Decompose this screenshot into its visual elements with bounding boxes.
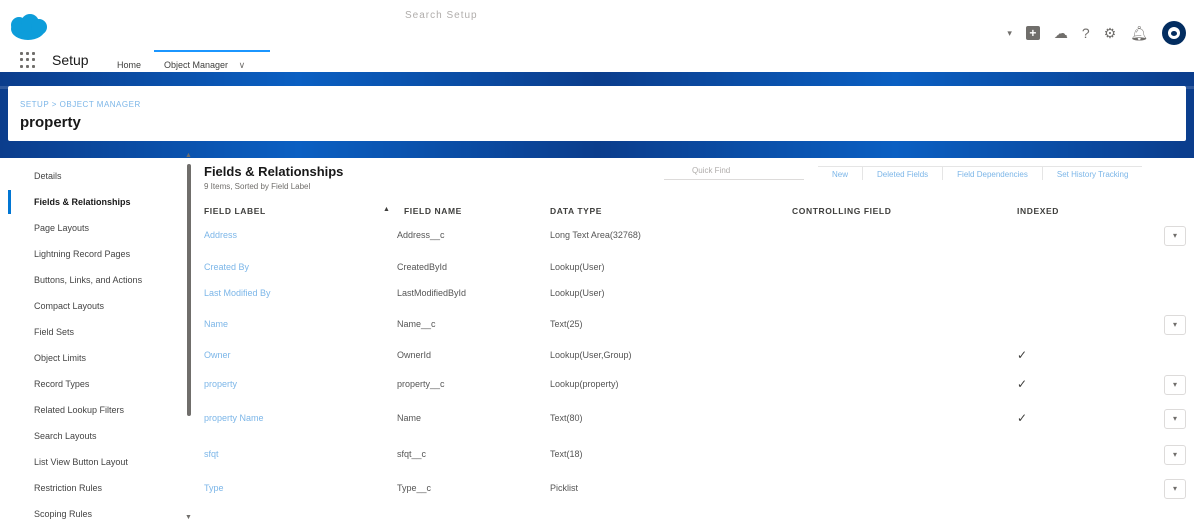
breadcrumb[interactable]: SETUP > OBJECT MANAGER (20, 100, 141, 109)
sidebar-item-field-sets[interactable]: Field Sets (8, 320, 186, 344)
column-header-controlling-field[interactable]: CONTROLLING FIELD (792, 206, 891, 216)
sidebar-item-details[interactable]: Details (8, 164, 186, 188)
table-row: property Name Name Text(80) ✓ ▾ (194, 405, 1194, 433)
global-search[interactable]: Search Setup (405, 10, 478, 21)
app-name: Setup (52, 52, 89, 68)
data-type: Lookup(User,Group) (550, 350, 632, 360)
field-name: Name__c (397, 319, 436, 329)
field-name: Name (397, 413, 422, 423)
field-label-link[interactable]: Address (204, 230, 237, 240)
scroll-down-icon[interactable]: ▼ (185, 514, 192, 521)
table-row: Owner OwnerId Lookup(User,Group) ✓ (194, 342, 1194, 370)
section-subtitle: 9 Items, Sorted by Field Label (204, 182, 311, 191)
sidebar-item-scoping-rules[interactable]: Scoping Rules (8, 502, 186, 526)
nav-home[interactable]: Home (117, 60, 141, 70)
sidebar-item-list-view-button-layout[interactable]: List View Button Layout (8, 450, 186, 474)
sidebar-item-fields-relationships[interactable]: Fields & Relationships (8, 190, 186, 214)
sidebar-item-related-lookup-filters[interactable]: Related Lookup Filters (8, 398, 186, 422)
indexed-check-icon: ✓ (1017, 348, 1028, 362)
table-row: Type Type__c Picklist ▾ (194, 475, 1194, 503)
indexed-check-icon: ✓ (1017, 377, 1028, 391)
cloud-icon[interactable]: ☁ (1054, 26, 1068, 40)
column-header-indexed[interactable]: INDEXED (1017, 206, 1059, 216)
field-name: CreatedById (397, 262, 448, 272)
field-name: Address__c (397, 230, 445, 240)
page-header: SETUP > OBJECT MANAGER property (8, 86, 1186, 141)
data-type: Text(25) (550, 319, 583, 329)
sidebar: Details Fields & Relationships Page Layo… (8, 158, 186, 525)
deleted-fields-button[interactable]: Deleted Fields (863, 167, 944, 180)
data-type: Lookup(User) (550, 262, 605, 272)
bell-icon[interactable]: 🔔︎ (1130, 26, 1148, 40)
add-icon[interactable]: + (1025, 26, 1040, 40)
avatar[interactable] (1162, 21, 1186, 45)
indexed-check-icon: ✓ (1017, 411, 1028, 425)
page-title: property (20, 114, 81, 131)
chevron-down-icon[interactable]: ∨ (239, 60, 246, 70)
field-label-link[interactable]: sfqt (204, 449, 219, 459)
sidebar-item-compact-layouts[interactable]: Compact Layouts (8, 294, 186, 318)
row-actions-button[interactable]: ▾ (1164, 445, 1186, 465)
row-actions-button[interactable]: ▾ (1164, 409, 1186, 429)
table-row: Address Address__c Long Text Area(32768)… (194, 222, 1194, 250)
field-label-link[interactable]: Owner (204, 350, 231, 360)
data-type: Lookup(property) (550, 379, 619, 389)
button-bar: New Deleted Fields Field Dependencies Se… (818, 166, 1143, 180)
gear-icon[interactable]: ⚙ (1104, 26, 1117, 40)
sort-ascending-icon[interactable]: ▲ (383, 206, 390, 213)
row-actions-button[interactable]: ▾ (1164, 226, 1186, 246)
field-name: LastModifiedById (397, 288, 467, 298)
new-button[interactable]: New (818, 167, 864, 180)
sidebar-item-search-layouts[interactable]: Search Layouts (8, 424, 186, 448)
nav-object-manager[interactable]: Object Manager ∨ (154, 50, 270, 74)
field-label-link[interactable]: Created By (204, 262, 249, 272)
table-row: sfqt sfqt__c Text(18) ▾ (194, 441, 1194, 469)
sidebar-item-record-types[interactable]: Record Types (8, 372, 186, 396)
sidebar-item-lightning-record-pages[interactable]: Lightning Record Pages (8, 242, 186, 266)
field-label-link[interactable]: Type (204, 483, 224, 493)
field-label-link[interactable]: property Name (204, 413, 264, 423)
set-history-tracking-button[interactable]: Set History Tracking (1043, 167, 1143, 180)
table-row: Created By CreatedById Lookup(User) (194, 254, 1194, 282)
table-row: Name Name__c Text(25) ▾ (194, 311, 1194, 339)
table-row: property property__c Lookup(property) ✓ … (194, 371, 1194, 399)
sidebar-scrollbar[interactable] (187, 164, 191, 416)
section-title: Fields & Relationships (204, 164, 344, 179)
data-type: Text(80) (550, 413, 583, 423)
column-header-field-name[interactable]: FIELD NAME (404, 206, 462, 216)
field-label-link[interactable]: Last Modified By (204, 288, 271, 298)
salesforce-logo[interactable] (8, 14, 48, 42)
help-icon[interactable]: ? (1082, 26, 1090, 40)
nav-object-manager-label: Object Manager (164, 60, 229, 70)
field-label-link[interactable]: Name (204, 319, 228, 329)
field-name: OwnerId (397, 350, 432, 360)
data-type: Text(18) (550, 449, 583, 459)
row-actions-button[interactable]: ▾ (1164, 315, 1186, 335)
field-name: Type__c (397, 483, 432, 493)
row-actions-button[interactable]: ▾ (1164, 479, 1186, 499)
dropdown-caret-icon[interactable]: ▾ (1007, 26, 1012, 40)
column-header-field-label[interactable]: FIELD LABEL (204, 206, 266, 216)
field-dependencies-button[interactable]: Field Dependencies (943, 167, 1043, 180)
header-icons: ▾ + ☁ ? ⚙ 🔔︎ (1007, 20, 1186, 46)
field-name: sfqt__c (397, 449, 427, 459)
fields-panel: Fields & Relationships 9 Items, Sorted b… (194, 158, 1194, 525)
sidebar-item-object-limits[interactable]: Object Limits (8, 346, 186, 370)
data-type: Long Text Area(32768) (550, 230, 641, 240)
sidebar-item-buttons-links-actions[interactable]: Buttons, Links, and Actions (8, 268, 186, 292)
column-header-data-type[interactable]: DATA TYPE (550, 206, 602, 216)
sidebar-item-restriction-rules[interactable]: Restriction Rules (8, 476, 186, 500)
scroll-up-icon[interactable]: ▲ (185, 152, 192, 159)
global-header: Search Setup ▾ + ☁ ? ⚙ 🔔︎ (0, 0, 1194, 50)
row-actions-button[interactable]: ▾ (1164, 375, 1186, 395)
table-row: Last Modified By LastModifiedById Lookup… (194, 280, 1194, 308)
sidebar-item-page-layouts[interactable]: Page Layouts (8, 216, 186, 240)
app-launcher-icon[interactable] (20, 52, 36, 68)
field-label-link[interactable]: property (204, 379, 237, 389)
quick-find-input[interactable]: Quick Find (664, 166, 804, 180)
field-name: property__c (397, 379, 445, 389)
data-type: Lookup(User) (550, 288, 605, 298)
data-type: Picklist (550, 483, 579, 493)
